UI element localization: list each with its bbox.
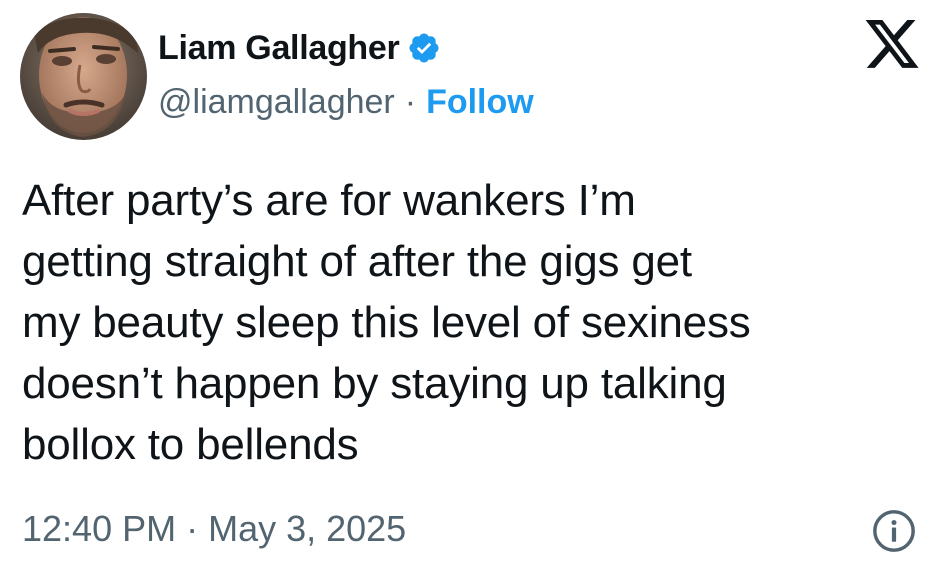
follow-button[interactable]: Follow (426, 83, 534, 122)
verified-badge-icon (407, 31, 441, 65)
author-handle-row: @liamgallagher · Follow (158, 80, 534, 124)
x-logo-icon[interactable] (862, 20, 922, 74)
info-icon[interactable] (871, 508, 917, 554)
separator-dot: · (404, 82, 417, 121)
tweet-timestamp[interactable]: 12:40 PM · May 3, 2025 (22, 506, 406, 552)
author-handle[interactable]: @liamgallagher (158, 83, 395, 122)
tweet-card: Liam Gallagher @liamgallagher · Follow A… (0, 0, 947, 568)
avatar-image (20, 13, 147, 140)
display-name[interactable]: Liam Gallagher (158, 29, 400, 68)
tweet-text: After party’s are for wankers I’m gettin… (22, 176, 751, 469)
avatar[interactable] (20, 13, 147, 140)
author-name-row: Liam Gallagher (158, 26, 441, 70)
